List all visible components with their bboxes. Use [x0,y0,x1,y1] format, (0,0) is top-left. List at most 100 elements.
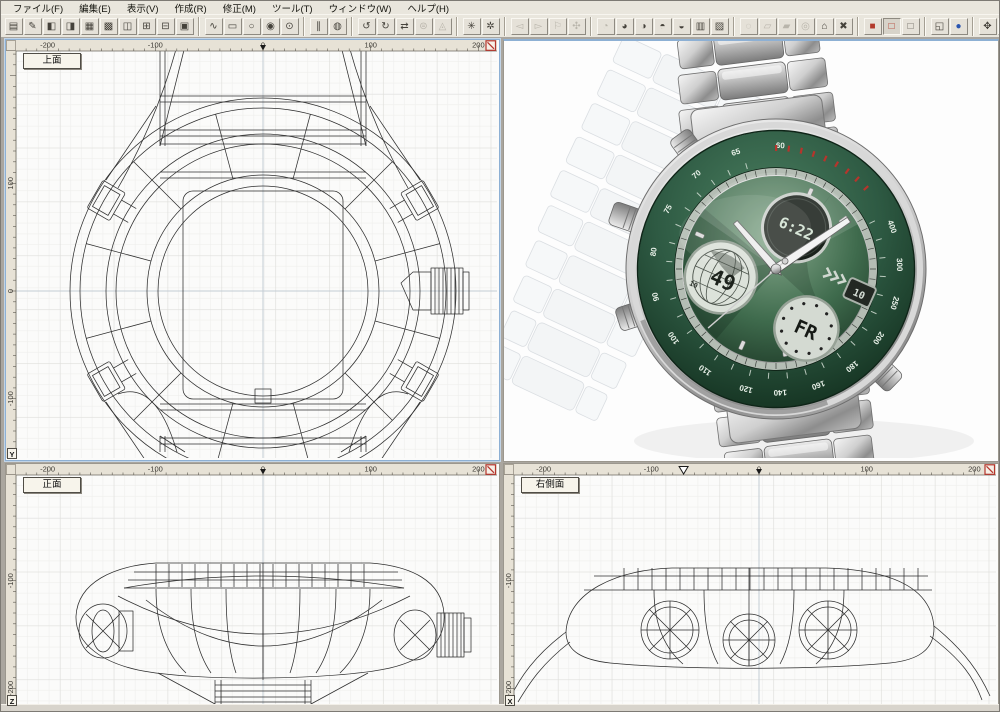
bell-a-icon[interactable]: ◓ [654,18,672,35]
toolbar-group-9: ◱● [930,18,968,35]
toolbar-separator [351,17,353,36]
svg-text:-100: -100 [148,465,163,474]
info-window-icon[interactable]: ⊞ [138,18,156,35]
main-toolbar: ▤✎◧◨▦▩◫⊞⊟▣ ∿▭○◉⊙ ∥◍ ↺↻⇄⊜◬ ✳✲ ◅▻⚐✣ ◔◕◑◓◒▥▨ ◌▱▰◎⌂… [1,14,999,39]
paste-page-icon[interactable]: ▨ [711,18,729,35]
axis-box-front: Z [7,695,17,706]
menu-item-0[interactable]: ファイル(F) [5,1,71,15]
hierarchy-icon[interactable]: ▻ [530,18,548,35]
dialog-window-icon[interactable]: ◫ [119,18,137,35]
disc-tool-icon[interactable]: ⊙ [281,18,299,35]
viewport-render-canvas[interactable]: 6065707580901001101201401601802002503004… [504,41,996,458]
ruler-vertical[interactable]: -100-200 [6,475,16,705]
toolbar-separator [857,17,859,36]
ruler-toggle-icon[interactable]: ▦ [81,18,99,35]
render-preview-icon[interactable]: ● [950,18,968,35]
swap-link-icon[interactable]: ⇄ [396,18,414,35]
flag-icon[interactable]: ⚐ [549,18,567,35]
bell-b-icon[interactable]: ◒ [673,18,691,35]
shading-solid-icon[interactable]: ■ [864,18,882,35]
globe-b-icon[interactable]: ◑ [635,18,653,35]
viewport-tab-front[interactable]: 正面 [23,477,81,493]
toolbar-group-8: ■□□ [863,18,920,35]
leaf-icon[interactable]: ▱ [759,18,777,35]
grid [16,51,497,458]
rectangle-tool-icon[interactable]: ▭ [224,18,242,35]
shading-wire-icon[interactable]: □ [883,18,901,35]
h-align-b-icon[interactable]: ◎ [797,18,815,35]
ruler-vertical[interactable]: -100-200 [504,475,514,705]
viewport-render[interactable]: 6065707580901001101201401601802002503004… [503,39,999,462]
ruler-horizontal[interactable]: -200-1000100200 [504,464,996,475]
viewport-tab-side[interactable]: 右側面 [521,477,579,493]
viewport-top-canvas[interactable]: -200-1000100200 1000-100 [6,40,497,458]
svg-text:-200: -200 [6,681,15,696]
sphere-tool-icon[interactable]: ◉ [262,18,280,35]
texture-window-icon[interactable]: ▩ [100,18,118,35]
home-icon[interactable]: ⌂ [816,18,834,35]
viewport-side[interactable]: -200-1000100200 -100-200 右側面 X [503,463,999,708]
edit-mode-icon[interactable]: ✎ [24,18,42,35]
status-bar [1,704,999,711]
viewport-tab-top[interactable]: 上面 [23,53,81,69]
svg-text:140: 140 [773,388,787,397]
svg-text:-100: -100 [148,41,163,50]
ruler-horizontal[interactable]: -200-1000100200 [6,40,497,51]
svg-text:-100: -100 [644,465,659,474]
hatch-tool-icon[interactable]: ∥ [310,18,328,35]
menu-item-5[interactable]: ツール(T) [264,1,321,15]
viewport-front[interactable]: -200-1000100200 -100-200 正面 Z [5,463,500,708]
svg-text:100: 100 [860,465,873,474]
rotate-ccw-icon[interactable]: ↺ [358,18,376,35]
toolbar-separator [456,17,458,36]
svg-text:-100: -100 [504,573,513,588]
material-ball-icon[interactable]: ◍ [329,18,347,35]
unlink-icon[interactable]: ◅ [511,18,529,35]
snap-angle-icon[interactable]: ✲ [482,18,500,35]
burst-icon[interactable]: ✣ [568,18,586,35]
viewport-front-canvas[interactable]: -200-1000100200 -100-200 [6,464,497,705]
toolbar-separator [198,17,200,36]
ruler-end-button[interactable] [486,465,496,475]
svg-text:100: 100 [364,465,377,474]
menu-item-3[interactable]: 作成(R) [166,1,214,15]
ruler-vertical[interactable]: 1000-100 [6,51,16,458]
deform-icon[interactable]: ◬ [434,18,452,35]
globe-a-icon[interactable]: ◕ [616,18,634,35]
viewport-top[interactable]: -200-1000100200 1000-100 上面 Y [5,39,500,461]
project-window-icon[interactable]: ▤ [5,18,23,35]
h-align-a-icon[interactable]: ▰ [778,18,796,35]
menu-item-6[interactable]: ウィンドウ(W) [321,1,400,15]
copy-page-icon[interactable]: ▥ [692,18,710,35]
svg-text:100: 100 [364,41,377,50]
toolbar-group-0: ▤✎◧◨▦▩◫⊞⊟▣ [4,18,194,35]
rotate-cw-icon[interactable]: ↻ [377,18,395,35]
menu-item-7[interactable]: ヘルプ(H) [399,1,457,15]
snap-grid-icon[interactable]: ✳ [463,18,481,35]
shading-hidden-icon[interactable]: □ [902,18,920,35]
toolbar-separator [303,17,305,36]
menu-item-2[interactable]: 表示(V) [119,1,167,15]
ruler-horizontal[interactable]: -200-1000100200 [6,464,497,475]
toolbar-separator [733,17,735,36]
browser-window-icon[interactable]: ◨ [62,18,80,35]
cad-application-window: ファイル(F)編集(E)表示(V)作成(R)修正(M)ツール(T)ウィンドウ(W… [0,0,1000,712]
svg-text:-200: -200 [40,41,55,50]
move-view-icon[interactable]: ✥ [979,18,997,35]
delete-icon[interactable]: ✖ [835,18,853,35]
ruler-end-button[interactable] [985,465,995,475]
grid [514,473,996,705]
form-window-icon[interactable]: ▣ [176,18,194,35]
attach-icon[interactable]: ⊜ [415,18,433,35]
circle-tool-icon[interactable]: ○ [243,18,261,35]
menu-item-1[interactable]: 編集(E) [71,1,119,15]
curve-tool-icon[interactable]: ∿ [205,18,223,35]
cloud-icon[interactable]: ◌ [740,18,758,35]
viewport-side-canvas[interactable]: -200-1000100200 -100-200 [504,464,996,705]
menu-item-4[interactable]: 修正(M) [215,1,264,15]
grid-settings-icon[interactable]: ⊟ [157,18,175,35]
phone-tool-icon[interactable]: ◔ [597,18,615,35]
ruler-end-button[interactable] [486,41,496,51]
cascade-windows-icon[interactable]: ◱ [931,18,949,35]
figure-window-icon[interactable]: ◧ [43,18,61,35]
